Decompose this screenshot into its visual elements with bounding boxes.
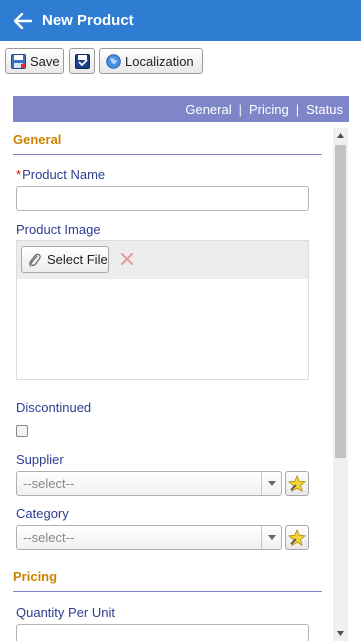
save-and-close-button[interactable]: [69, 48, 95, 74]
add-category-button[interactable]: [285, 525, 309, 550]
remove-file-button[interactable]: [116, 248, 138, 270]
close-icon: [121, 253, 133, 265]
save-close-icon: [74, 53, 90, 69]
supplier-selected-value: --select--: [23, 476, 75, 491]
product-name-input[interactable]: [16, 186, 309, 211]
vertical-scrollbar[interactable]: [333, 128, 348, 641]
section-tabs: General | Pricing | Status: [13, 96, 349, 122]
section-title-pricing: Pricing: [13, 569, 322, 592]
select-file-label: Select File: [47, 252, 108, 267]
required-marker: *: [16, 167, 22, 182]
upload-toolbar: Select File: [17, 241, 308, 279]
title-bar: New Product: [0, 0, 361, 41]
star-add-icon: [288, 474, 306, 492]
supplier-dropdown[interactable]: --select--: [16, 471, 282, 496]
discontinued-checkbox[interactable]: [16, 425, 28, 437]
localization-button[interactable]: Localization: [99, 48, 203, 74]
globe-icon: [105, 53, 121, 69]
localization-label: Localization: [125, 53, 194, 69]
scroll-down-arrow[interactable]: [333, 626, 348, 641]
scroll-up-arrow[interactable]: [333, 128, 348, 143]
image-upload-area[interactable]: Select File: [16, 240, 309, 380]
page-title: New Product: [42, 12, 134, 29]
toolbar: Save Localization: [0, 41, 361, 84]
save-icon: [11, 53, 26, 69]
tab-general[interactable]: General: [185, 102, 231, 117]
category-selected-value: --select--: [23, 530, 75, 545]
product-image-label: Product Image: [16, 222, 101, 237]
supplier-label: Supplier: [16, 452, 64, 467]
chevron-down-icon[interactable]: [261, 526, 281, 549]
category-label: Category: [16, 506, 69, 521]
quantity-per-unit-label: Quantity Per Unit: [16, 605, 115, 620]
star-add-icon: [288, 528, 306, 546]
tab-pricing[interactable]: Pricing: [249, 102, 289, 117]
form-content: General *Product Name Product Image Sele…: [0, 122, 361, 641]
chevron-down-icon[interactable]: [261, 472, 281, 495]
product-name-label: *Product Name: [16, 167, 105, 182]
quantity-per-unit-input[interactable]: [16, 624, 309, 641]
add-supplier-button[interactable]: [285, 471, 309, 496]
discontinued-label: Discontinued: [16, 400, 92, 415]
paperclip-icon: [28, 252, 42, 268]
category-dropdown[interactable]: --select--: [16, 525, 282, 550]
save-button[interactable]: Save: [5, 48, 64, 74]
back-button[interactable]: [12, 10, 34, 32]
select-file-button[interactable]: Select File: [21, 246, 109, 273]
tab-separator: |: [238, 101, 242, 117]
product-name-label-text: Product Name: [22, 167, 106, 182]
scrollbar-thumb[interactable]: [335, 145, 346, 458]
section-title-general: General: [13, 132, 322, 155]
tab-status[interactable]: Status: [306, 102, 343, 117]
tab-separator: |: [295, 101, 300, 117]
save-label: Save: [30, 53, 60, 69]
arrow-left-icon: [14, 12, 32, 29]
